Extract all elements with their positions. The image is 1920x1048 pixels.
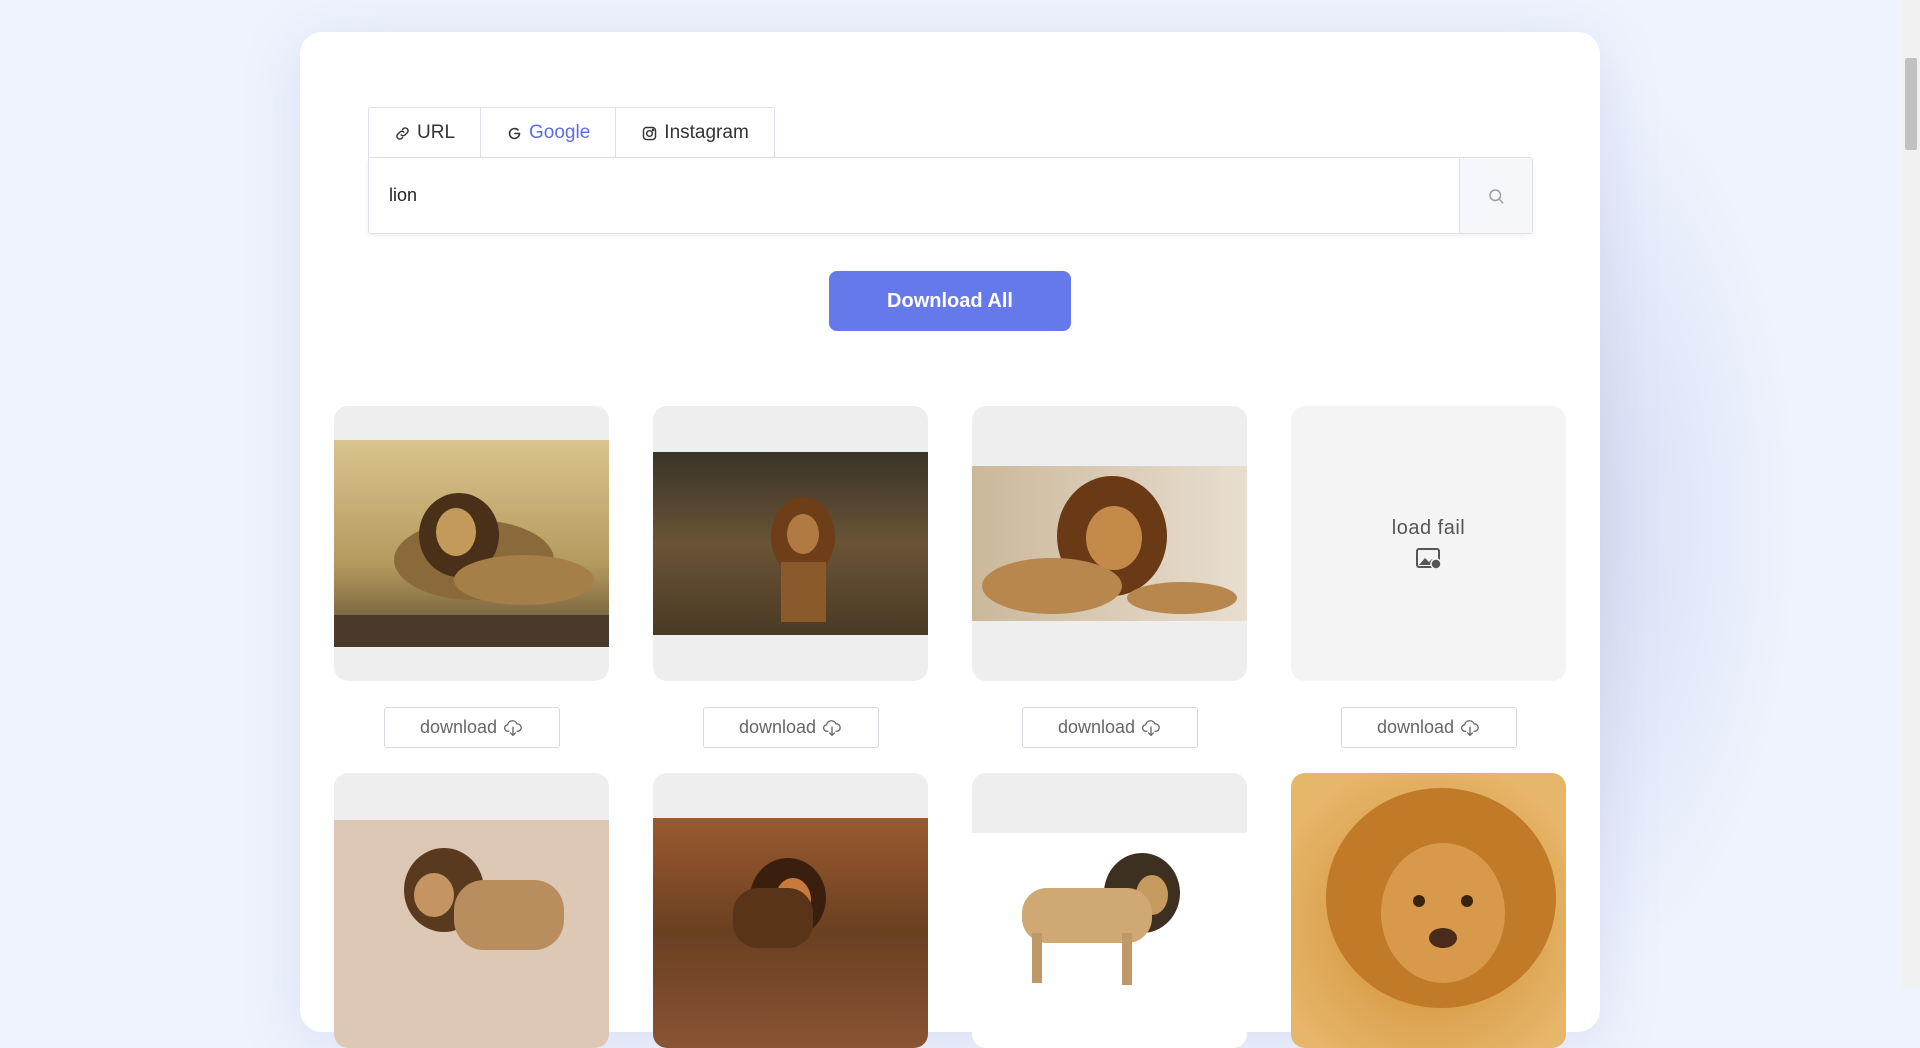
link-icon [396, 126, 409, 140]
scrollbar-thumb[interactable] [1905, 58, 1917, 150]
instagram-icon [643, 126, 657, 140]
lion-photo [1291, 773, 1566, 1048]
cloud-download-icon [1142, 719, 1160, 736]
tab-instagram[interactable]: Instagram [616, 108, 773, 158]
image-thumbnail[interactable] [653, 406, 928, 681]
search-input[interactable] [369, 158, 1459, 233]
download-label: download [1376, 717, 1455, 737]
image-card: download [334, 406, 609, 748]
google-icon [508, 127, 521, 139]
download-label: download [738, 717, 817, 737]
image-grid: download download download load fail dow… [334, 406, 1566, 1048]
image-card [334, 773, 609, 1048]
download-button[interactable]: download [702, 707, 879, 748]
image-thumbnail[interactable] [334, 406, 609, 681]
lion-photo [972, 833, 1247, 1048]
broken-image-icon [1415, 548, 1442, 570]
lion-photo [334, 820, 609, 1048]
page-scrollbar[interactable] [1902, 0, 1920, 988]
cloud-download-icon [1461, 719, 1479, 736]
image-thumbnail[interactable] [972, 773, 1247, 1048]
image-card: load fail download [1291, 406, 1566, 748]
image-card [972, 773, 1247, 1048]
download-label: download [1057, 717, 1136, 737]
tab-google[interactable]: Google [481, 108, 617, 158]
lion-photo [653, 452, 928, 635]
cloud-download-icon [823, 719, 841, 736]
image-thumbnail[interactable] [972, 406, 1247, 681]
image-thumbnail[interactable] [334, 773, 609, 1048]
image-card: download [653, 406, 928, 748]
source-tabs: URL Google Instagram [368, 107, 775, 158]
download-button[interactable]: download [1021, 707, 1198, 748]
search-button[interactable] [1459, 158, 1532, 233]
tab-url[interactable]: URL [369, 108, 482, 158]
image-card: download [972, 406, 1247, 748]
load-fail-text: load fail [1391, 517, 1466, 539]
download-button[interactable]: download [383, 707, 560, 748]
image-thumbnail-failed: load fail [1291, 406, 1566, 681]
image-card [1291, 773, 1566, 1048]
lion-photo [653, 818, 928, 1048]
search-bar [368, 157, 1533, 234]
image-thumbnail[interactable] [653, 773, 928, 1048]
download-label: download [419, 717, 498, 737]
lion-photo [334, 440, 609, 647]
image-thumbnail[interactable] [1291, 773, 1566, 1048]
tab-url-label: URL [417, 122, 456, 143]
download-button[interactable]: download [1340, 707, 1517, 748]
cloud-download-icon [504, 719, 522, 736]
tab-instagram-label: Instagram [664, 122, 749, 143]
download-all-button[interactable]: Download All [829, 271, 1071, 331]
lion-photo [972, 466, 1247, 621]
image-card [653, 773, 928, 1048]
search-icon [1489, 188, 1504, 203]
tab-google-label: Google [529, 122, 591, 143]
